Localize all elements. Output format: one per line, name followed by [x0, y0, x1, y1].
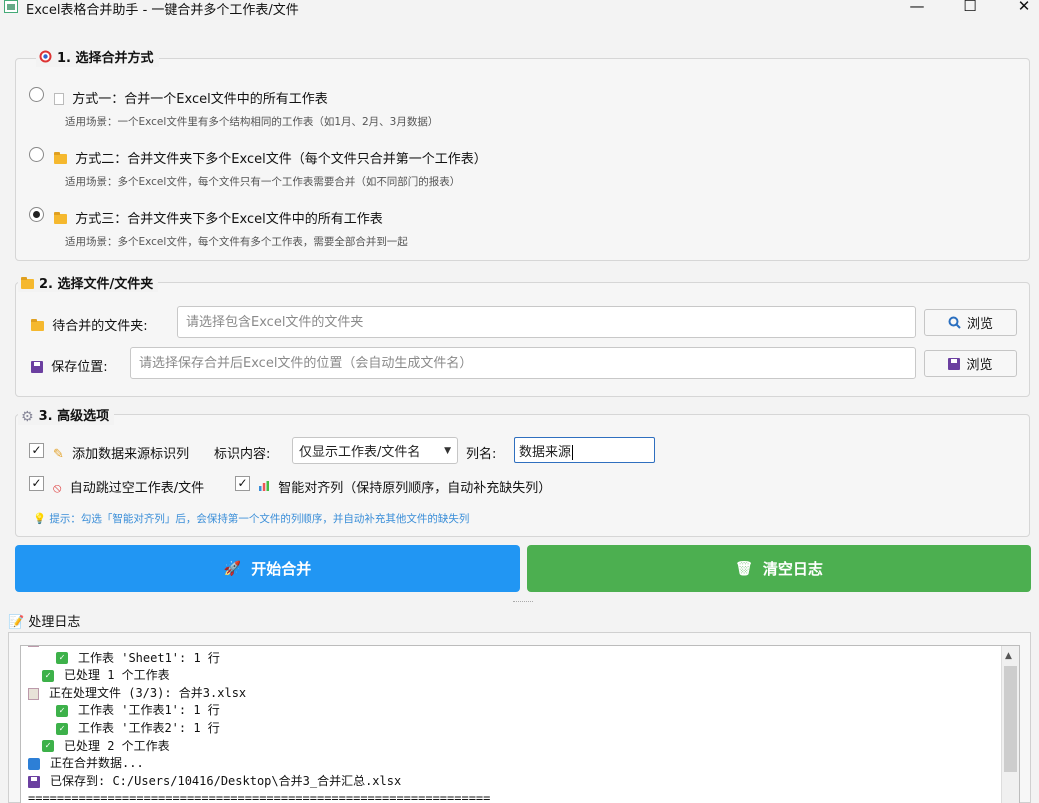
scroll-up-icon[interactable]: ▲ — [1005, 651, 1012, 661]
chart-icon — [258, 481, 270, 496]
target-icon — [39, 50, 52, 67]
check-icon: ✓ — [42, 740, 54, 753]
save-label: 保存位置: — [31, 356, 108, 375]
advanced-title: ⚙ 3. 高级选项 — [18, 405, 115, 425]
log-line: 正在处理文件 (3/3): 合并3.xlsx — [21, 685, 1001, 703]
log-line-text: 已处理 2 个工作表 — [64, 738, 170, 753]
log-line: ✓ 工作表 '工作表1': 1 行 — [21, 702, 1001, 720]
folder-browse-label: 浏览 — [966, 317, 993, 332]
scroll-thumb[interactable] — [1004, 666, 1017, 772]
save-browse-label: 浏览 — [966, 358, 993, 373]
lightbulb-icon: 💡 — [33, 513, 47, 525]
colname-label: 列名: — [466, 447, 497, 462]
merge-mode-title: 1. 选择合并方式 — [36, 47, 159, 67]
gear-icon: ⚙ — [21, 409, 34, 425]
mode1-desc: 适用场景：一个Excel文件里有多个结构相同的工作表（如1月、2月、3月数据） — [65, 116, 439, 128]
app-icon — [4, 0, 18, 13]
log-line-text: 正在处理文件 (3/3): 合并3.xlsx — [49, 685, 247, 700]
file-icon — [28, 687, 39, 700]
log-line-text: 工作表 '工作表2': 1 行 — [78, 720, 220, 735]
log-icon: 📝 — [8, 615, 25, 630]
log-line: 正在合并数据... — [21, 755, 1001, 773]
save-input[interactable] — [130, 347, 916, 379]
trash-icon: 🗑 — [735, 560, 753, 577]
save-icon — [948, 357, 961, 370]
mode3-label[interactable]: 方式三：合并文件夹下多个Excel文件中的所有工作表 — [54, 208, 383, 227]
log-line: ========================================… — [21, 790, 1001, 803]
rocket-icon: 🚀 — [223, 560, 242, 577]
log-line: ✓ 已处理 1 个工作表 — [21, 667, 1001, 685]
smart-align-checkbox[interactable]: ✓ — [235, 476, 250, 491]
minimize-button[interactable]: — — [897, 0, 937, 16]
log-line: ✓ 工作表 '工作表2': 1 行 — [21, 720, 1001, 738]
file-select-group — [15, 282, 1030, 397]
check-icon: ✓ — [56, 652, 68, 665]
start-merge-button[interactable]: 🚀 开始合并 — [15, 545, 520, 592]
identify-select-value: 仅显示工作表/文件名 — [299, 445, 421, 460]
splitter-handle[interactable] — [513, 601, 533, 605]
folder-icon — [54, 212, 67, 224]
log-line-text: 工作表 '工作表1': 1 行 — [78, 703, 220, 718]
file-icon — [28, 646, 39, 647]
log-group: 正在处理文件 (2/3): 合并2.xlsx✓工作表 'Sheet1': 1 行… — [8, 632, 1031, 803]
mode1-radio[interactable] — [29, 87, 44, 102]
mode1-label[interactable]: 方式一：合并一个Excel文件中的所有工作表 — [54, 88, 328, 107]
log-line: ✓ 已处理 2 个工作表 — [21, 738, 1001, 756]
title-bar: Excel表格合并助手 - 一键合并多个工作表/文件 — ☐ ✕ — [0, 0, 1039, 18]
folder-icon — [31, 319, 44, 331]
smart-align-label[interactable]: 智能对齐列（保持原列顺序，自动补充缺失列） — [258, 477, 551, 496]
skip-empty-checkbox[interactable]: ✓ — [29, 476, 44, 491]
mode2-label[interactable]: 方式二：合并文件夹下多个Excel文件（每个文件只合并第一个工作表） — [54, 148, 487, 167]
log-line: 已保存到: C:/Users/10416/Desktop\合并3_合并汇总.xl… — [21, 773, 1001, 791]
prohibited-icon: ⦸ — [53, 481, 62, 496]
sync-icon — [28, 757, 40, 770]
mode3-radio[interactable] — [29, 207, 44, 222]
folder-browse-button[interactable]: 浏览 — [924, 309, 1017, 336]
folder-input[interactable] — [177, 306, 916, 338]
log-line-text: 工作表 'Sheet1': 1 行 — [78, 650, 220, 665]
skip-empty-label[interactable]: ⦸ 自动跳过空工作表/文件 — [53, 477, 204, 496]
log-lines: 正在处理文件 (2/3): 合并2.xlsx✓工作表 'Sheet1': 1 行… — [21, 646, 1001, 803]
file-select-title: 2. 选择文件/文件夹 — [18, 273, 159, 292]
log-title: 📝 处理日志 — [8, 615, 81, 630]
window-title: Excel表格合并助手 - 一键合并多个工作表/文件 — [26, 3, 299, 18]
folder-label: 待合并的文件夹: — [31, 315, 148, 334]
identify-label: 标识内容: — [214, 447, 271, 462]
check-icon: ✓ — [42, 669, 54, 682]
save-icon — [31, 361, 43, 373]
save-icon — [28, 775, 40, 788]
mode2-desc: 适用场景：多个Excel文件，每个文件只有一个工作表需要合并（如不同部门的报表） — [65, 176, 461, 188]
folder-icon — [21, 277, 34, 289]
identify-select[interactable]: 仅显示工作表/文件名 ▼ — [292, 437, 458, 464]
log-line-text: 正在合并数据... — [50, 756, 144, 771]
check-icon: ✓ — [56, 705, 68, 718]
tip-text: 💡 提示：勾选「智能对齐列」后，会保持第一个文件的列顺序，并自动补充其他文件的缺… — [33, 513, 470, 525]
log-scrollbar[interactable]: ▲ — [1001, 646, 1019, 803]
clear-log-button[interactable]: 🗑 清空日志 — [527, 545, 1031, 592]
log-line-text: 已处理 1 个工作表 — [64, 668, 170, 683]
add-source-label[interactable]: ✎ 添加数据来源标识列 — [53, 443, 189, 462]
add-source-checkbox[interactable]: ✓ — [29, 443, 44, 458]
check-icon: ✓ — [56, 722, 68, 735]
save-browse-button[interactable]: 浏览 — [924, 350, 1017, 377]
log-line-text: ========================================… — [28, 791, 491, 803]
colname-input[interactable]: 数据来源 — [514, 437, 655, 463]
search-icon — [948, 316, 961, 329]
close-button[interactable]: ✕ — [1004, 0, 1039, 16]
mode2-radio[interactable] — [29, 147, 44, 162]
maximize-button[interactable]: ☐ — [950, 0, 990, 16]
log-line: ✓ 工作表 'Sheet1': 1 行 — [21, 650, 1001, 668]
pencil-icon: ✎ — [53, 447, 64, 462]
mode3-desc: 适用场景：多个Excel文件，每个文件有多个工作表，需要全部合并到一起 — [65, 236, 408, 248]
folder-icon — [54, 152, 67, 164]
document-icon — [54, 93, 64, 105]
log-textarea[interactable]: 正在处理文件 (2/3): 合并2.xlsx✓工作表 'Sheet1': 1 行… — [20, 645, 1020, 803]
chevron-down-icon: ▼ — [444, 445, 451, 456]
log-line-text: 已保存到: C:/Users/10416/Desktop\合并3_合并汇总.xl… — [50, 773, 402, 788]
